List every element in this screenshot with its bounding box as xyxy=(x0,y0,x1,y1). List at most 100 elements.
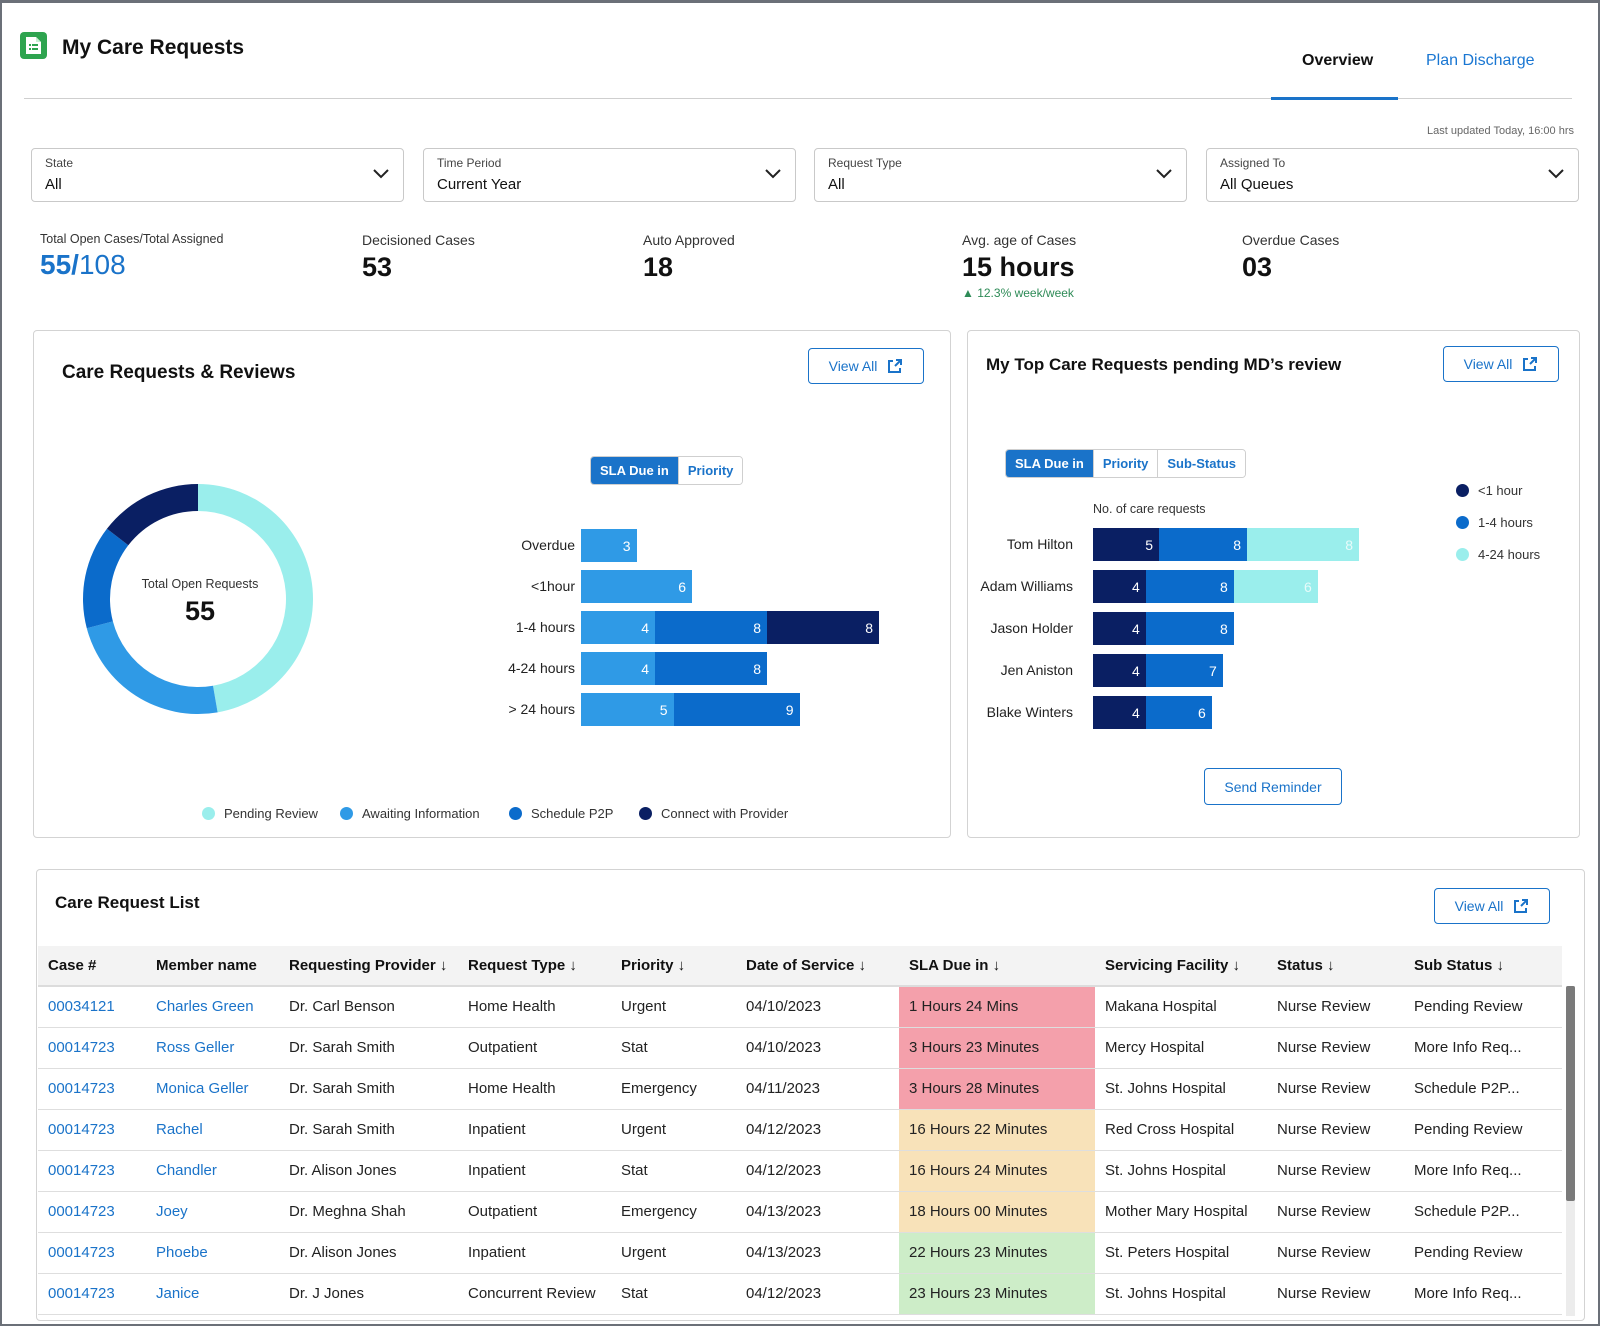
legend-dot xyxy=(639,807,652,820)
view-all-button[interactable]: View All xyxy=(808,348,924,384)
document-list-icon xyxy=(20,32,47,59)
table-row[interactable]: 00014723 Rachel Dr. Sarah Smith Inpatient Ur… xyxy=(38,1109,1562,1151)
donut-slice-schedule-p2p[interactable] xyxy=(83,528,129,629)
column-header-sla-due-in[interactable]: SLA Due in ↓ xyxy=(899,946,1095,987)
case-number-link[interactable]: 00014723 xyxy=(38,1027,146,1069)
bar-segment[interactable]: 8 xyxy=(767,611,879,644)
sla-priority-substatus-toggle: SLA Due in Priority Sub-Status xyxy=(1005,449,1246,478)
bar-segment[interactable]: 4 xyxy=(1093,570,1146,603)
kpi-open-assigned: Total Open Cases/Total Assigned 55/108 xyxy=(40,232,223,281)
table-row[interactable]: 00014723 Ross Geller Dr. Sarah Smith Outpat… xyxy=(38,1027,1562,1069)
donut-slice-connect-with-provider[interactable] xyxy=(106,484,198,546)
axis-label: No. of care requests xyxy=(1093,502,1206,516)
table-row[interactable]: 00034121 Charles Green Dr. Carl Benson Home… xyxy=(38,986,1562,1028)
kpi-avg-age: Avg. age of Cases 15 hours ▲ 12.3% week/… xyxy=(962,232,1076,300)
column-header-member-name[interactable]: Member name xyxy=(146,946,279,987)
bar-segment[interactable]: 8 xyxy=(655,611,767,644)
case-number-link[interactable]: 00014723 xyxy=(38,1191,146,1233)
bar-segment[interactable]: 3 xyxy=(581,529,637,562)
column-header-priority[interactable]: Priority ↓ xyxy=(611,946,736,987)
column-header-requesting-provider[interactable]: Requesting Provider ↓ xyxy=(279,946,458,987)
case-number-link[interactable]: 00014723 xyxy=(38,1068,146,1110)
bar-segment[interactable]: 6 xyxy=(1233,570,1318,603)
toggle-priority[interactable]: Priority xyxy=(677,457,743,484)
toggle-priority[interactable]: Priority xyxy=(1092,450,1158,477)
kpi-value: 53 xyxy=(362,252,393,282)
bar-segment[interactable]: 6 xyxy=(581,570,692,603)
bar-segment[interactable]: 8 xyxy=(1159,528,1247,561)
toggle-sla-due-in[interactable]: SLA Due in xyxy=(591,457,678,484)
bar-segment[interactable]: 8 xyxy=(1145,570,1234,603)
bar-segment[interactable]: 8 xyxy=(655,652,767,685)
member-name-link[interactable]: Charles Green xyxy=(146,986,279,1028)
priority: Emergency xyxy=(611,1191,736,1233)
request-type: Inpatient xyxy=(458,1109,611,1151)
table-row[interactable]: 00014723 Monica Geller Dr. Sarah Smith Home… xyxy=(38,1068,1562,1110)
case-number-link[interactable]: 00014723 xyxy=(38,1273,146,1315)
member-name-link[interactable]: Phoebe xyxy=(146,1232,279,1274)
sub-status: Pending Review xyxy=(1404,986,1562,1028)
assigned-to-filter[interactable]: Assigned To All Queues xyxy=(1206,148,1579,202)
member-name-link[interactable]: Joey xyxy=(146,1191,279,1233)
send-reminder-button[interactable]: Send Reminder xyxy=(1204,768,1342,805)
bar-segment[interactable]: 8 xyxy=(1145,612,1234,645)
tab-plan-discharge[interactable]: Plan Discharge xyxy=(1426,52,1535,70)
column-header-servicing-facility[interactable]: Servicing Facility ↓ xyxy=(1095,946,1267,987)
member-name-link[interactable]: Monica Geller xyxy=(146,1068,279,1110)
tab-overview[interactable]: Overview xyxy=(1302,52,1373,70)
member-name-link[interactable]: Janice xyxy=(146,1273,279,1315)
scrollbar-thumb[interactable] xyxy=(1566,986,1575,1201)
request-type: Inpatient xyxy=(458,1150,611,1192)
case-number-link[interactable]: 00014723 xyxy=(38,1232,146,1274)
column-header-case[interactable]: Case # xyxy=(38,946,146,987)
member-name-link[interactable]: Chandler xyxy=(146,1150,279,1192)
request-type: Home Health xyxy=(458,1068,611,1110)
table-row[interactable]: 00014723 Chandler Dr. Alison Jones Inpatien… xyxy=(38,1150,1562,1192)
table-row[interactable]: 00014723 Phoebe Dr. Alison Jones Inpatient U… xyxy=(38,1232,1562,1274)
table-row[interactable]: 00014723 Joey Dr. Meghna Shah Outpatient Eme… xyxy=(38,1191,1562,1233)
bar-segment[interactable]: 5 xyxy=(1093,528,1159,561)
priority: Stat xyxy=(611,1273,736,1315)
column-header-date-of-service[interactable]: Date of Service ↓ xyxy=(736,946,899,987)
case-number-link[interactable]: 00014723 xyxy=(38,1109,146,1151)
bar-segment[interactable]: 4 xyxy=(1093,654,1146,687)
bar-segment[interactable]: 4 xyxy=(581,652,655,685)
legend-dot xyxy=(509,807,522,820)
request-type-filter[interactable]: Request Type All xyxy=(814,148,1187,202)
sla-due-in: 1 Hours 24 Mins xyxy=(899,986,1095,1028)
donut-slice-awaiting-information[interactable] xyxy=(86,621,218,714)
view-all-label: View All xyxy=(1463,356,1513,372)
toggle-sub-status[interactable]: Sub-Status xyxy=(1157,450,1245,477)
view-all-button[interactable]: View All xyxy=(1434,888,1550,924)
column-header-status[interactable]: Status ↓ xyxy=(1267,946,1404,987)
toggle-sla-due-in[interactable]: SLA Due in xyxy=(1006,450,1093,477)
case-number-link[interactable]: 00034121 xyxy=(38,986,146,1028)
member-name-link[interactable]: Rachel xyxy=(146,1109,279,1151)
bar-segment[interactable]: 4 xyxy=(581,611,655,644)
bar-segment[interactable]: 6 xyxy=(1145,696,1212,729)
table-row[interactable]: 00014723 Janice Dr. J Jones Concurrent Revi… xyxy=(38,1273,1562,1315)
column-header-sub-status[interactable]: Sub Status ↓ xyxy=(1404,946,1562,987)
sla-due-in: 16 Hours 22 Minutes xyxy=(899,1109,1095,1151)
legend-pending-review: Pending Review xyxy=(202,806,318,821)
bar-segment[interactable]: 4 xyxy=(1093,612,1146,645)
bar-value-label: 4 xyxy=(1132,662,1140,679)
view-all-button[interactable]: View All xyxy=(1443,346,1559,382)
active-tab-indicator xyxy=(1271,97,1398,100)
bar-segment[interactable]: 7 xyxy=(1145,654,1223,687)
bar-segment[interactable]: 4 xyxy=(1093,696,1146,729)
bar-value-label: 8 xyxy=(753,619,761,636)
bar-segment[interactable]: 5 xyxy=(581,693,674,726)
legend-awaiting-information: Awaiting Information xyxy=(340,806,480,821)
state-filter[interactable]: State All xyxy=(31,148,404,202)
status: Nurse Review xyxy=(1267,986,1404,1028)
member-name-link[interactable]: Ross Geller xyxy=(146,1027,279,1069)
bar-segment[interactable]: 8 xyxy=(1247,528,1359,561)
case-number-link[interactable]: 00014723 xyxy=(38,1150,146,1192)
time-period-filter[interactable]: Time Period Current Year xyxy=(423,148,796,202)
bar-segment[interactable]: 9 xyxy=(673,693,800,726)
table-scrollbar[interactable] xyxy=(1566,986,1575,1316)
bar-value-label: 9 xyxy=(785,701,794,718)
column-header-request-type[interactable]: Request Type ↓ xyxy=(458,946,611,987)
date-of-service: 04/13/2023 xyxy=(736,1232,899,1274)
